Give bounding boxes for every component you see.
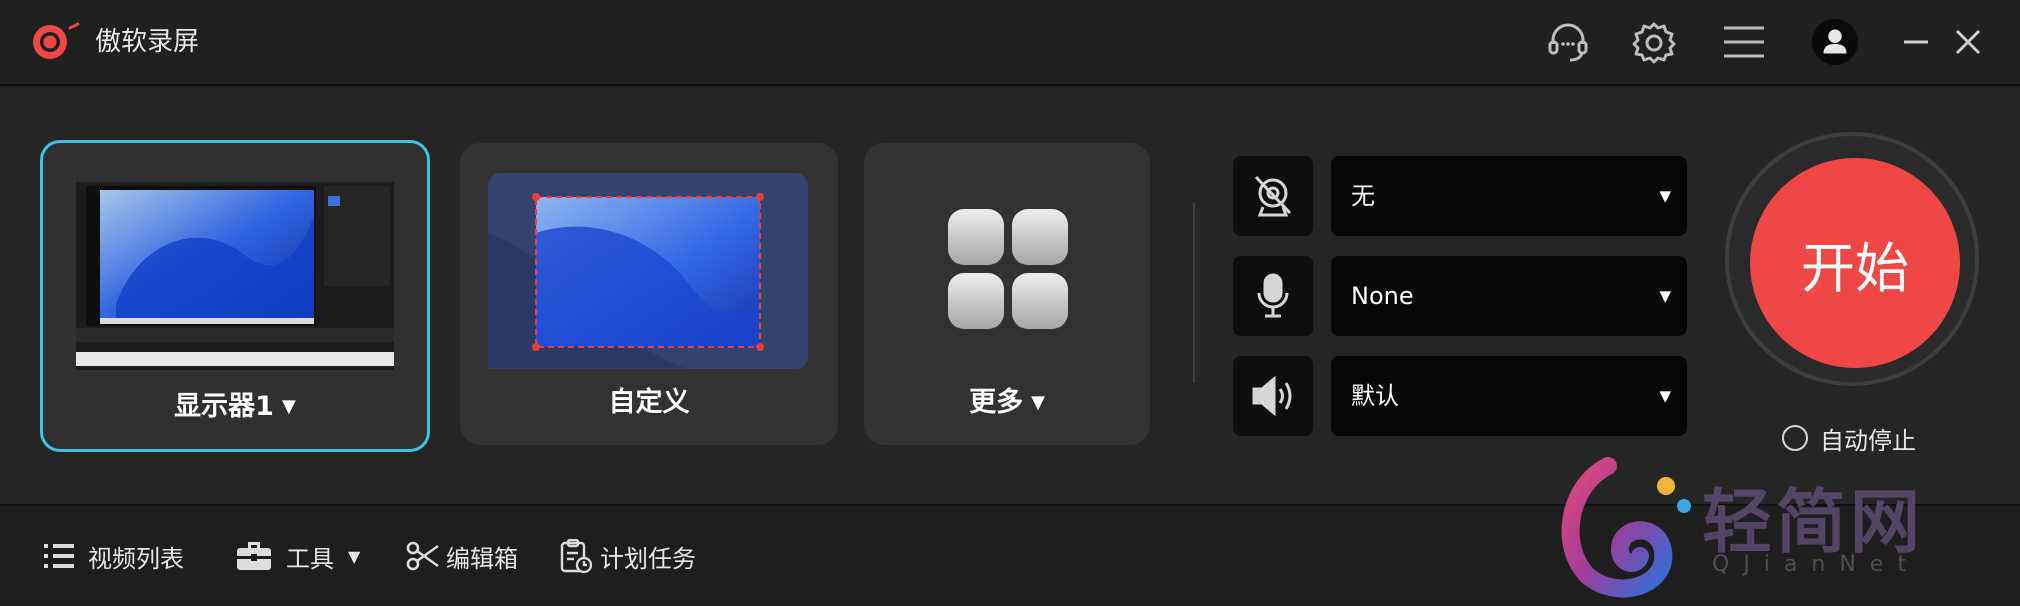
app-title: 傲软录屏 <box>95 27 200 57</box>
capture-mode-label: 显示器1 ▼ <box>43 384 427 423</box>
start-record-button[interactable]: 开始 <box>1750 158 1960 368</box>
menu-button[interactable] <box>1720 18 1768 66</box>
custom-region-preview <box>488 173 808 369</box>
camera-value: 无 <box>1351 182 1375 210</box>
display-label: 显示器1 <box>174 391 274 422</box>
microphone-value: None <box>1351 282 1414 310</box>
vertical-divider <box>1193 203 1195 383</box>
capture-mode-label: 自定义 <box>460 380 838 419</box>
list-icon <box>44 544 74 568</box>
capture-mode-custom[interactable]: 自定义 <box>460 143 838 445</box>
scissors-icon <box>406 541 439 571</box>
minimize-button[interactable] <box>1892 18 1940 66</box>
caret-down-icon: ▼ <box>1659 387 1671 405</box>
editor-label: 编辑箱 <box>446 544 518 573</box>
speaker-value: 默认 <box>1351 382 1399 410</box>
microphone-icon <box>1257 273 1289 318</box>
hamburger-menu-icon <box>1724 26 1764 58</box>
video-list-label: 视频列表 <box>88 544 184 573</box>
microphone-toggle-button[interactable] <box>1233 256 1313 336</box>
close-button[interactable] <box>1944 18 1992 66</box>
toolbox-icon <box>237 542 271 570</box>
support-button[interactable] <box>1544 18 1592 66</box>
capture-mode-more[interactable]: 更多 ▼ <box>864 143 1150 445</box>
microphone-select[interactable]: None ▼ <box>1331 256 1687 336</box>
avatar-icon <box>1811 18 1859 66</box>
gear-icon <box>1632 22 1676 64</box>
capture-mode-label: 更多 ▼ <box>864 380 1150 419</box>
speaker-select[interactable]: 默认 ▼ <box>1331 356 1687 436</box>
caret-down-icon: ▼ <box>281 396 296 417</box>
caret-down-icon: ▼ <box>1031 392 1045 413</box>
app-logo-icon <box>33 22 80 59</box>
auto-stop-toggle[interactable]: 自动停止 <box>1782 420 1916 456</box>
caret-down-icon: ▼ <box>1659 287 1671 305</box>
tools-label: 工具 <box>286 544 334 573</box>
close-icon <box>1955 29 1981 55</box>
editor-button[interactable]: 编辑箱 <box>406 536 518 576</box>
caret-down-icon: ▼ <box>1659 187 1671 205</box>
auto-stop-radio[interactable] <box>1782 425 1808 451</box>
account-button[interactable] <box>1811 18 1859 66</box>
camera-select[interactable]: 无 ▼ <box>1331 156 1687 236</box>
minimize-icon <box>1904 40 1928 44</box>
title-bar <box>0 0 2020 86</box>
camera-off-icon <box>1254 175 1292 217</box>
auto-stop-label: 自动停止 <box>1820 426 1916 455</box>
capture-mode-display[interactable]: 显示器1 ▼ <box>40 140 430 452</box>
more-label: 更多 <box>969 387 1024 418</box>
settings-button[interactable] <box>1630 18 1678 66</box>
grid-apps-icon <box>948 209 1068 329</box>
watermark-subtext: QJianNet <box>1712 552 1920 577</box>
start-label: 开始 <box>1801 236 1909 300</box>
headset-icon <box>1548 23 1588 62</box>
schedule-task-label: 计划任务 <box>600 544 696 573</box>
schedule-task-button[interactable]: 计划任务 <box>560 536 696 576</box>
schedule-clipboard-icon <box>560 539 592 573</box>
custom-label: 自定义 <box>608 387 690 418</box>
caret-down-icon: ▼ <box>348 546 361 566</box>
camera-toggle-button[interactable] <box>1233 156 1313 236</box>
video-list-button[interactable]: 视频列表 <box>44 536 184 576</box>
speaker-toggle-button[interactable] <box>1233 356 1313 436</box>
speaker-icon <box>1252 375 1292 417</box>
display-preview-thumbnail <box>76 176 394 370</box>
tools-button[interactable]: 工具 ▼ <box>236 536 360 576</box>
